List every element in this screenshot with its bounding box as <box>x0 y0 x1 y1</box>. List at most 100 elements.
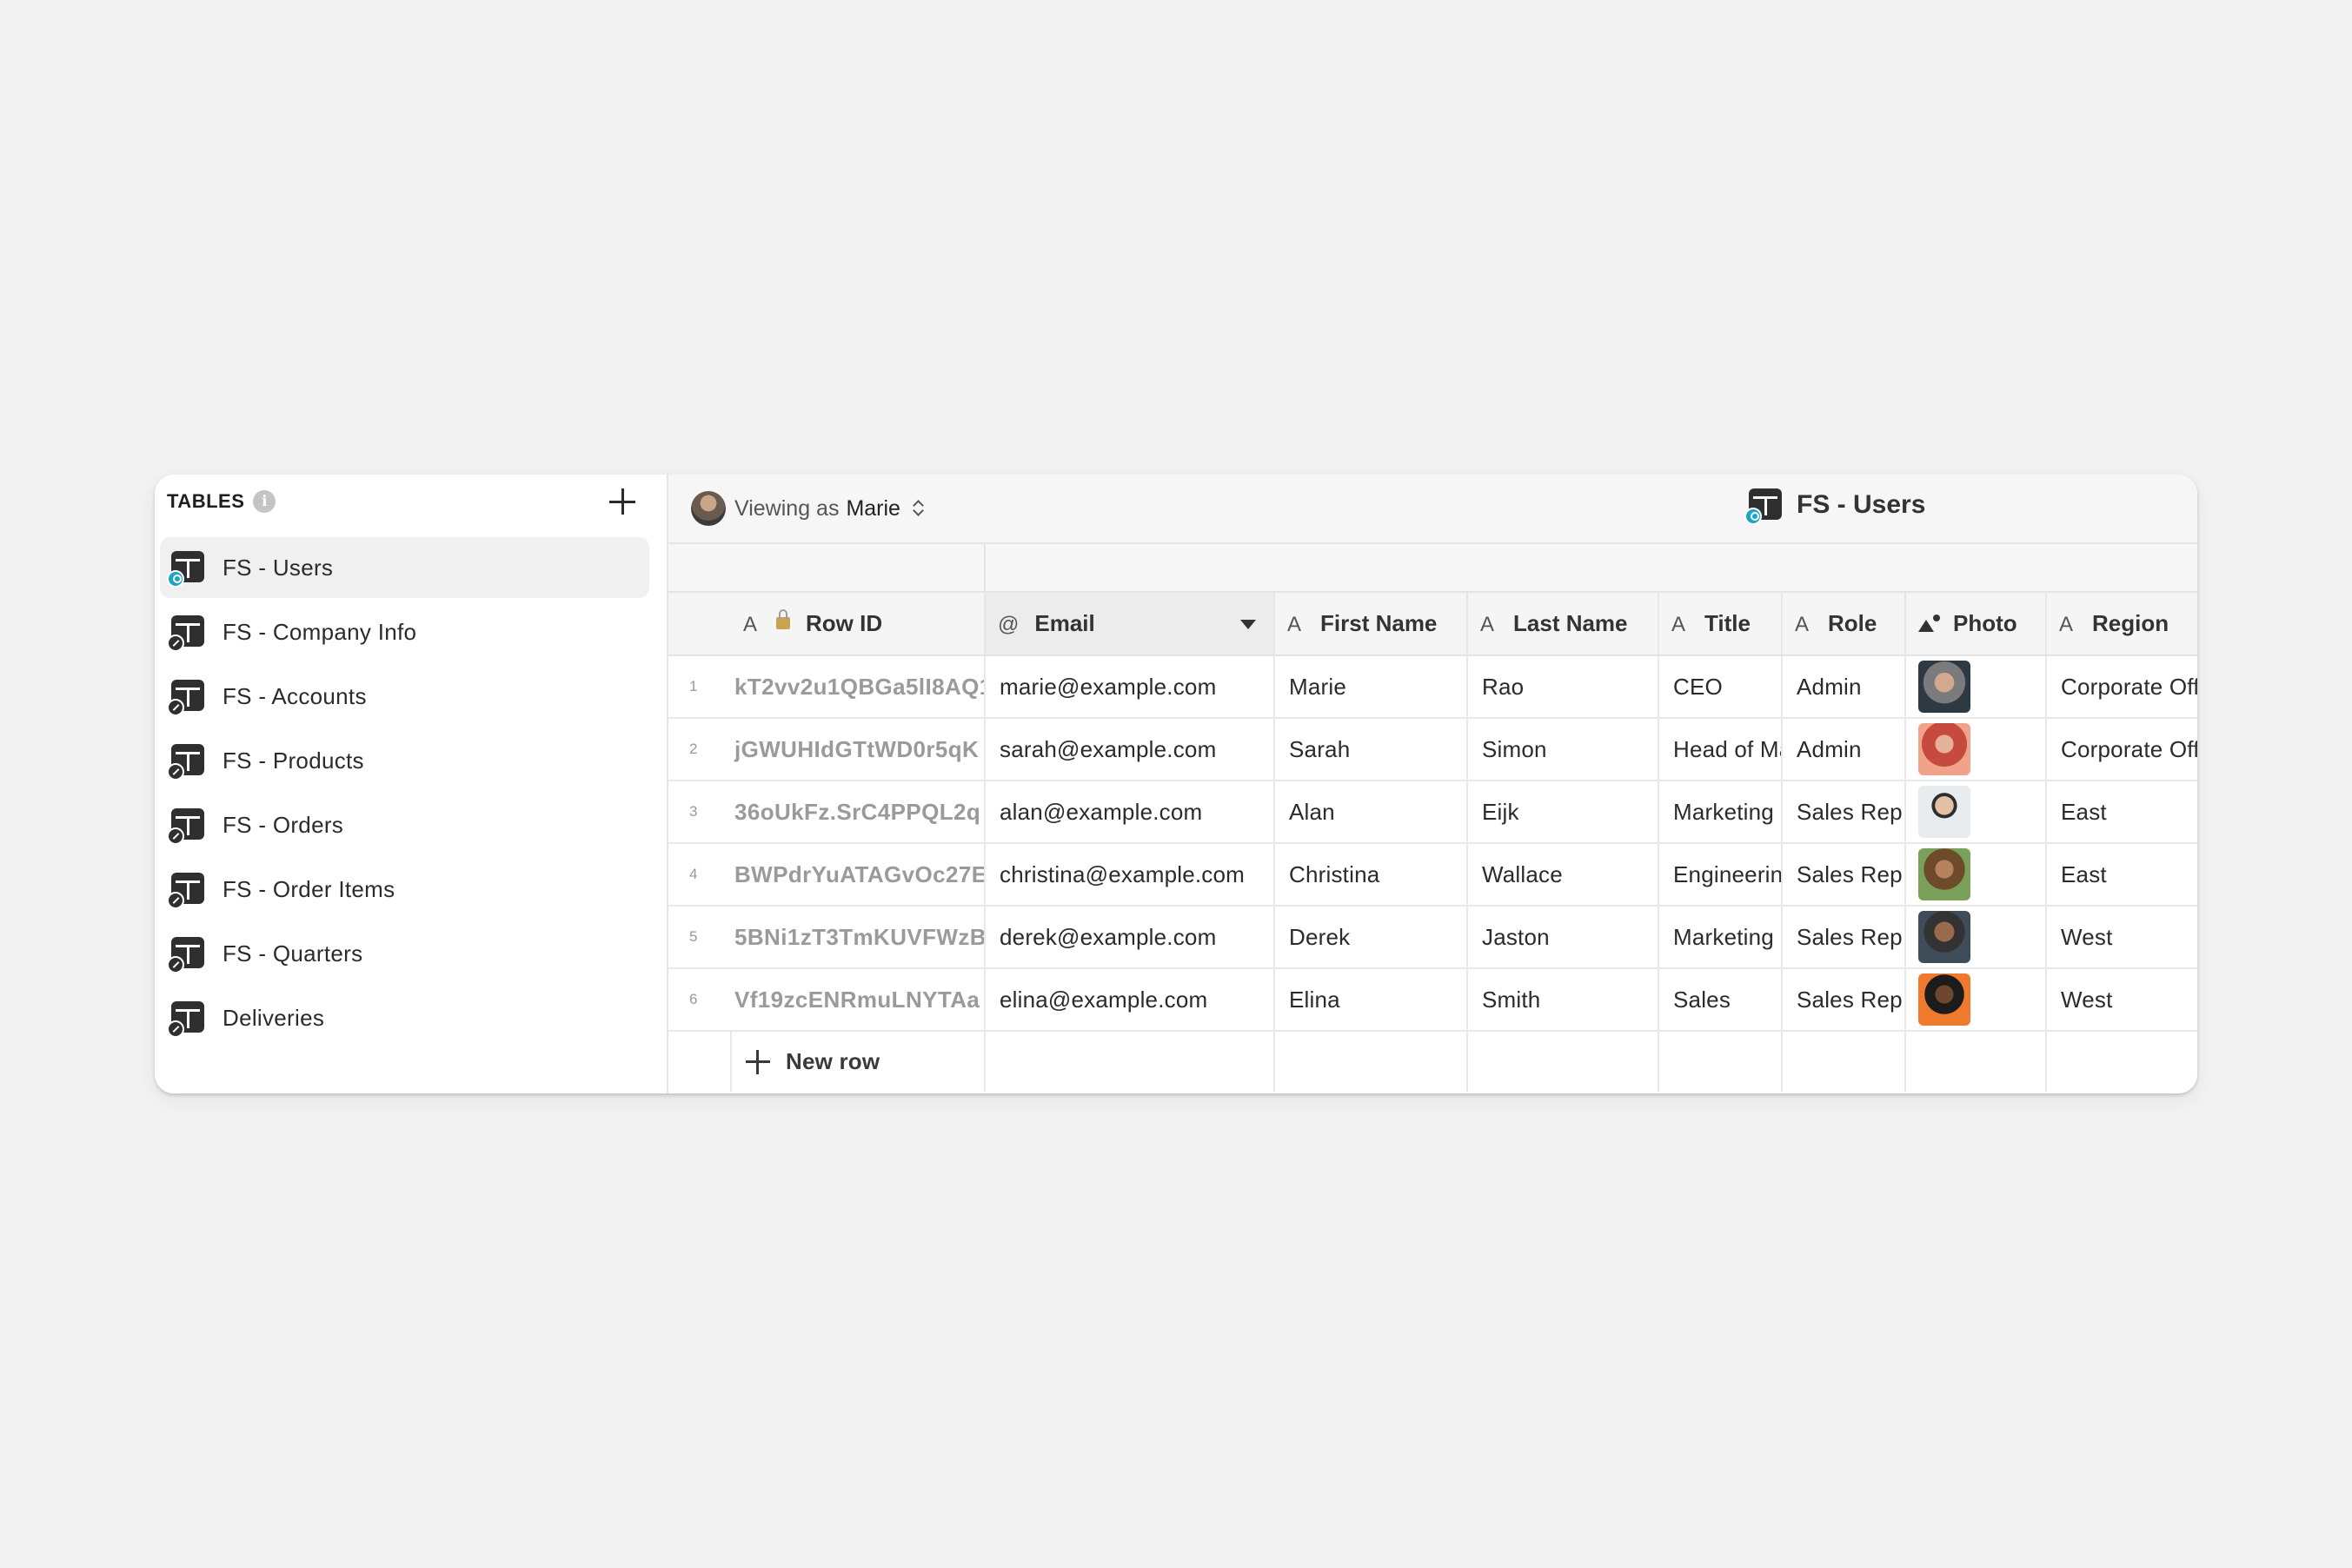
cell-title[interactable]: Engineering <box>1658 843 1783 907</box>
cell-region[interactable]: Corporate Office <box>2046 718 2197 781</box>
add-table-button[interactable] <box>608 487 637 516</box>
cell-photo[interactable] <box>1905 655 2047 719</box>
sidebar-item-label: FS - Quarters <box>223 940 363 967</box>
cell-row-id[interactable]: kT2vv2u1QBGa5lI8AQ1 <box>731 655 986 719</box>
cell-email[interactable]: marie@example.com <box>985 655 1275 719</box>
table-row[interactable]: 4 BWPdrYuATAGvOc27E christina@example.co… <box>668 843 2197 907</box>
column-label: Title <box>1704 610 1751 636</box>
photo-thumbnail[interactable] <box>1918 973 1970 1026</box>
cell-role[interactable]: Sales Rep <box>1782 906 1906 969</box>
cell-role[interactable]: Admin <box>1782 718 1906 781</box>
sidebar-item-fs-quarters[interactable]: FS - Quarters <box>160 923 649 984</box>
row-number: 1 <box>668 655 731 719</box>
cell-region[interactable]: East <box>2046 781 2197 844</box>
sidebar-item-fs-accounts[interactable]: FS - Accounts <box>160 666 649 727</box>
cell-first-name[interactable]: Elina <box>1274 968 1468 1032</box>
column-header-region[interactable]: A Region <box>2046 593 2197 656</box>
cell-first-name[interactable]: Christina <box>1274 843 1468 907</box>
cell-row-id[interactable]: 5BNi1zT3TmKUVFWzB <box>731 906 986 969</box>
cell-photo[interactable] <box>1905 781 2047 844</box>
cell-email[interactable]: christina@example.com <box>985 843 1275 907</box>
row-number: 6 <box>668 968 731 1032</box>
sidebar-item-label: FS - Users <box>223 554 334 581</box>
cell-role[interactable]: Sales Rep <box>1782 781 1906 844</box>
cell-region[interactable]: West <box>2046 906 2197 969</box>
photo-thumbnail[interactable] <box>1918 911 1970 963</box>
cell-photo[interactable] <box>1905 843 2047 907</box>
table-row[interactable]: 5 5BNi1zT3TmKUVFWzB derek@example.com De… <box>668 906 2197 969</box>
table-sync-icon <box>167 614 205 652</box>
cell-region[interactable]: Corporate Office <box>2046 655 2197 719</box>
sidebar-title: TABLES <box>167 490 245 512</box>
cell-photo[interactable] <box>1905 718 2047 781</box>
viewing-as-selector[interactable]: Viewing as Marie <box>691 491 925 526</box>
empty-cell <box>1274 1031 1468 1092</box>
cell-photo[interactable] <box>1905 906 2047 969</box>
cell-last-name[interactable]: Eijk <box>1467 781 1659 844</box>
cell-first-name[interactable]: Sarah <box>1274 718 1468 781</box>
cell-row-id[interactable]: jGWUHIdGTtWD0r5qK <box>731 718 986 781</box>
cell-last-name[interactable]: Rao <box>1467 655 1659 719</box>
cell-region[interactable]: East <box>2046 843 2197 907</box>
cell-role[interactable]: Sales Rep <box>1782 968 1906 1032</box>
cell-photo[interactable] <box>1905 968 2047 1032</box>
cell-title[interactable]: Marketing <box>1658 906 1783 969</box>
cell-email[interactable]: derek@example.com <box>985 906 1275 969</box>
column-header-title[interactable]: A Title <box>1658 593 1783 656</box>
new-row-button[interactable]: New row <box>746 1048 983 1075</box>
column-label: Row ID <box>806 610 883 636</box>
cell-last-name[interactable]: Wallace <box>1467 843 1659 907</box>
cell-email[interactable]: elina@example.com <box>985 968 1275 1032</box>
cell-row-id[interactable]: BWPdrYuATAGvOc27E <box>731 843 986 907</box>
cell-row-id[interactable]: Vf19zcENRmuLNYTAa <box>731 968 986 1032</box>
empty-cell <box>985 1031 1275 1092</box>
image-type-icon <box>1918 615 1941 633</box>
sidebar-item-fs-users[interactable]: FS - Users <box>160 537 649 598</box>
text-type-icon: A <box>2059 613 2074 636</box>
cell-title[interactable]: Marketing <box>1658 781 1783 844</box>
header-row: A Row ID @ Email A First Name A Last Name AT… <box>668 593 2197 656</box>
table-row[interactable]: 6 Vf19zcENRmuLNYTAa elina@example.com El… <box>668 968 2197 1032</box>
sidebar-item-fs-products[interactable]: FS - Products <box>160 730 649 791</box>
cell-last-name[interactable]: Jaston <box>1467 906 1659 969</box>
column-header-photo[interactable]: Photo <box>1905 593 2047 656</box>
cell-first-name[interactable]: Alan <box>1274 781 1468 844</box>
photo-thumbnail[interactable] <box>1918 848 1970 900</box>
cell-title[interactable]: Head of Marketing <box>1658 718 1783 781</box>
caret-down-icon[interactable] <box>1240 620 1256 629</box>
photo-thumbnail[interactable] <box>1918 723 1970 775</box>
info-icon[interactable]: i <box>253 490 276 513</box>
photo-thumbnail[interactable] <box>1918 786 1970 838</box>
column-header-row-id[interactable]: A Row ID <box>731 593 986 656</box>
cell-title[interactable]: Sales <box>1658 968 1783 1032</box>
sidebar-item-fs-order-items[interactable]: FS - Order Items <box>160 859 649 920</box>
cell-email[interactable]: alan@example.com <box>985 781 1275 844</box>
cell-row-id[interactable]: 36oUkFz.SrC4PPQL2q <box>731 781 986 844</box>
column-header-first-name[interactable]: A First Name <box>1274 593 1468 656</box>
cell-region[interactable]: West <box>2046 968 2197 1032</box>
new-row-cell[interactable]: New row <box>731 1031 986 1092</box>
row-number: 3 <box>668 781 731 844</box>
cell-role[interactable]: Sales Rep <box>1782 843 1906 907</box>
table-row[interactable]: 1 kT2vv2u1QBGa5lI8AQ1 marie@example.com … <box>668 655 2197 719</box>
table-row[interactable]: 2 jGWUHIdGTtWD0r5qK sarah@example.com Sa… <box>668 718 2197 781</box>
viewing-as-label: Viewing as <box>734 495 840 521</box>
sidebar-item-deliveries[interactable]: Deliveries <box>160 987 649 1048</box>
new-row-spacer <box>668 1031 732 1092</box>
photo-thumbnail[interactable] <box>1918 661 1970 713</box>
table-user-icon <box>167 549 205 588</box>
column-header-email[interactable]: @ Email <box>985 593 1275 656</box>
column-header-last-name[interactable]: A Last Name <box>1467 593 1659 656</box>
cell-last-name[interactable]: Simon <box>1467 718 1659 781</box>
cell-last-name[interactable]: Smith <box>1467 968 1659 1032</box>
cell-role[interactable]: Admin <box>1782 655 1906 719</box>
cell-email[interactable]: sarah@example.com <box>985 718 1275 781</box>
column-header-role[interactable]: A Role <box>1782 593 1906 656</box>
cell-title[interactable]: CEO <box>1658 655 1783 719</box>
sidebar-item-fs-company-info[interactable]: FS - Company Info <box>160 601 649 662</box>
empty-cell <box>2046 1031 2197 1092</box>
table-row[interactable]: 3 36oUkFz.SrC4PPQL2q alan@example.com Al… <box>668 781 2197 844</box>
sidebar-item-fs-orders[interactable]: FS - Orders <box>160 794 649 855</box>
cell-first-name[interactable]: Derek <box>1274 906 1468 969</box>
cell-first-name[interactable]: Marie <box>1274 655 1468 719</box>
